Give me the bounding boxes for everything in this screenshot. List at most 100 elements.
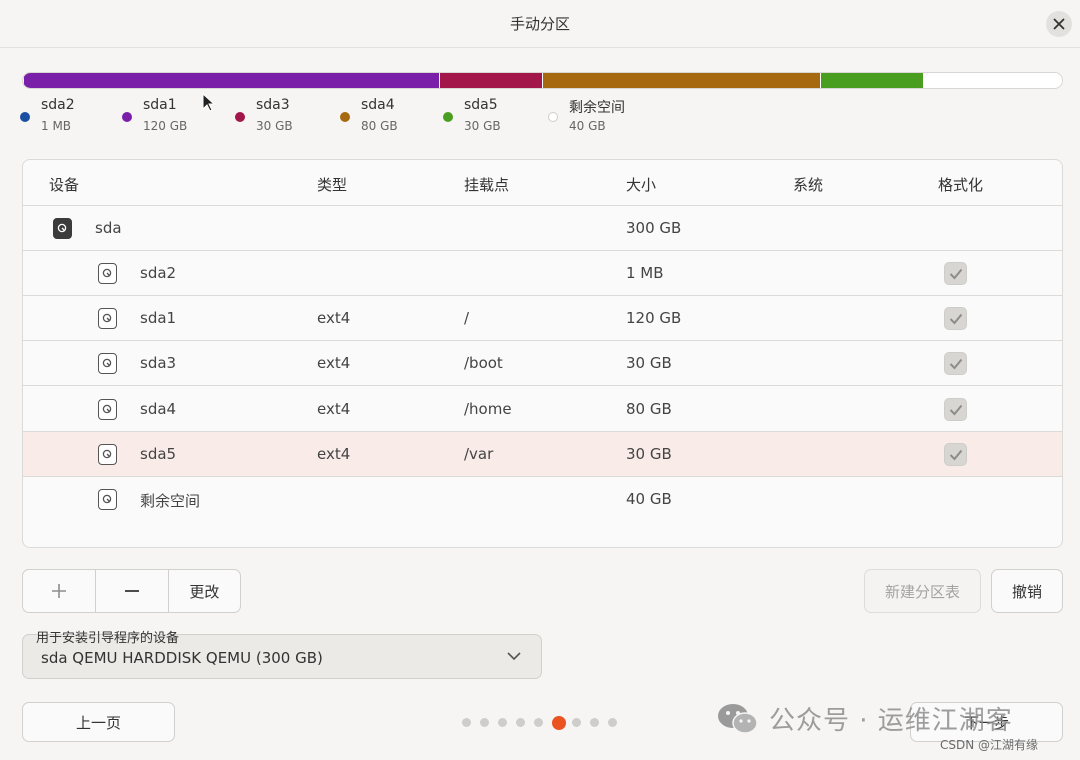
cell-size: 30 GB <box>626 354 672 373</box>
minus-icon <box>125 590 139 592</box>
cell-type: ext4 <box>317 354 351 373</box>
header-size: 大小 <box>626 176 657 194</box>
page-dot <box>590 718 599 727</box>
page-dot <box>516 718 525 727</box>
window-title: 手动分区 <box>509 15 570 33</box>
legend-size: 80 GB <box>361 119 398 133</box>
page-dot <box>608 718 617 727</box>
table-row[interactable]: sda2 1 MB <box>23 251 1062 296</box>
page-indicator <box>462 716 632 730</box>
partition-icon <box>98 263 117 284</box>
header-type: 类型 <box>317 176 348 194</box>
cell-mount: /var <box>464 444 494 463</box>
close-icon <box>1053 18 1065 30</box>
legend-swatch <box>443 112 453 122</box>
header-system: 系统 <box>793 176 824 194</box>
table-row[interactable]: sda5 ext4/var 30 GB <box>23 431 1062 477</box>
mouse-cursor-icon <box>202 93 216 112</box>
partition-bar-segment-sda5 <box>819 73 924 88</box>
legend-swatch <box>20 112 30 122</box>
csdn-watermark: CSDN @江湖有缘 <box>940 738 1039 752</box>
legend-swatch <box>122 112 132 122</box>
legend-swatch <box>340 112 350 122</box>
legend-size: 30 GB <box>256 119 293 133</box>
chevron-down-icon <box>507 652 521 661</box>
partition-bar-segment-sda3 <box>438 73 543 88</box>
disk-device-name: sda <box>95 219 122 237</box>
legend-name: sda4 <box>361 97 395 113</box>
header-device: 设备 <box>49 176 80 194</box>
wechat-logo-icon <box>718 704 758 734</box>
header-format: 格式化 <box>938 176 984 194</box>
revert-button[interactable]: 撤销 <box>991 569 1063 613</box>
page-dot <box>498 718 507 727</box>
page-dot <box>534 718 543 727</box>
partition-icon <box>98 489 117 510</box>
cell-size: 30 GB <box>626 444 672 463</box>
watermark-text: 公众号 · 运维江湖客 <box>769 706 1013 736</box>
legend-swatch <box>235 112 245 122</box>
partition-icon <box>98 308 117 330</box>
table-row[interactable]: sda4 ext4/home 80 GB <box>23 387 1062 432</box>
legend-size: 120 GB <box>143 119 188 133</box>
partition-table: 设备 类型 挂载点 大小 系统 格式化 sda 300 GB sda2 1 MB s… <box>22 159 1063 548</box>
cell-mount: /boot <box>464 354 503 373</box>
partition-bar-segment-sda4 <box>542 73 820 88</box>
legend-name: sda5 <box>464 97 498 113</box>
close-button[interactable] <box>1046 11 1072 37</box>
plus-icon <box>52 584 67 598</box>
partition-icon <box>98 398 117 420</box>
cell-device: sda1 <box>140 309 177 328</box>
partition-action-group: 更改 <box>22 569 241 613</box>
cell-device: sda2 <box>140 264 177 282</box>
cell-mount: /home <box>464 399 512 418</box>
page-dot <box>462 718 471 727</box>
format-checkbox[interactable] <box>944 262 967 285</box>
title-bar: 手动分区 <box>0 0 1080 48</box>
cell-device: sda4 <box>140 399 177 418</box>
add-partition-button[interactable] <box>23 570 95 612</box>
disk-drive-icon <box>53 218 72 239</box>
new-partition-table-button[interactable]: 新建分区表 <box>864 569 981 613</box>
table-row[interactable]: sda1 ext4 / 120 GB <box>23 296 1062 342</box>
cell-mount: / <box>464 309 470 328</box>
cell-device: sda5 <box>140 444 177 463</box>
format-checkbox[interactable] <box>944 307 967 331</box>
disk-size: 300 GB <box>626 219 682 237</box>
page-dot <box>572 718 581 727</box>
format-checkbox[interactable] <box>944 352 967 376</box>
header-mount: 挂载点 <box>464 176 510 194</box>
bootloader-label: 用于安装引导程序的设备 <box>36 631 180 646</box>
remove-partition-button[interactable] <box>95 570 167 612</box>
legend-size: 30 GB <box>464 119 501 133</box>
cell-size: 80 GB <box>626 399 672 418</box>
back-button[interactable]: 上一页 <box>22 702 175 742</box>
legend-size: 40 GB <box>569 119 606 133</box>
cell-type: ext4 <box>317 399 351 418</box>
table-row[interactable]: 剩余空间 40 GB <box>23 477 1062 522</box>
table-header: 设备 类型 挂载点 大小 系统 格式化 <box>23 160 1062 206</box>
cell-type: ext4 <box>317 309 351 328</box>
bootloader-device-value: sda QEMU HARDDISK QEMU (300 GB) <box>41 649 323 667</box>
cell-size: 40 GB <box>626 490 672 508</box>
page-dot <box>480 718 489 727</box>
format-checkbox[interactable] <box>944 442 967 466</box>
cell-type: ext4 <box>317 444 351 463</box>
partition-bar <box>22 72 1063 89</box>
legend-name: sda1 <box>143 97 177 113</box>
legend-name: sda2 <box>41 97 75 113</box>
partition-bar-segment-sda1 <box>23 73 439 88</box>
table-row-disk[interactable]: sda 300 GB <box>23 206 1062 251</box>
cell-device: 剩余空间 <box>140 492 201 510</box>
cell-device: sda3 <box>140 354 177 373</box>
cell-size: 1 MB <box>626 264 664 282</box>
change-partition-button[interactable]: 更改 <box>167 570 240 612</box>
legend-name: sda3 <box>256 97 290 113</box>
legend-size: 1 MB <box>41 119 72 133</box>
partition-icon <box>98 353 117 375</box>
table-row[interactable]: sda3 ext4/boot 30 GB <box>23 341 1062 387</box>
cell-size: 120 GB <box>626 309 682 328</box>
page-dot-active <box>552 716 566 730</box>
format-checkbox[interactable] <box>944 397 967 421</box>
partition-icon <box>98 443 117 465</box>
